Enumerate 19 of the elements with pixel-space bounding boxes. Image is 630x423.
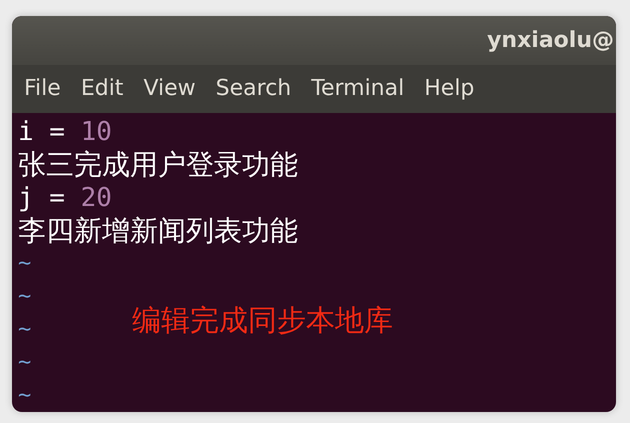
empty-line-marker: ~ [18,251,32,276]
number-literal: 20 [80,182,112,212]
menu-item[interactable]: View [143,76,196,102]
menu-item[interactable]: Terminal [311,76,404,102]
empty-line-marker: ~ [18,383,32,408]
empty-line-marker: ~ [18,284,32,309]
text-line: 张三完成用户登录功能 [18,146,298,182]
menu-item[interactable]: File [24,76,61,102]
text-line: 李四新增新闻列表功能 [18,212,298,248]
menu-item[interactable]: Help [424,76,474,102]
menu-item[interactable]: Edit [80,76,124,102]
code-text: i = [18,116,66,146]
annotation-text: 编辑完成同步本地库 [132,302,393,339]
code-text: j = [18,182,66,212]
number-literal: 10 [80,116,112,146]
window-title: ynxiaolu@ [487,28,615,53]
empty-line-marker: ~ [18,350,32,375]
empty-line-marker: ~ [18,317,32,342]
menu-item[interactable]: Search [216,76,292,102]
